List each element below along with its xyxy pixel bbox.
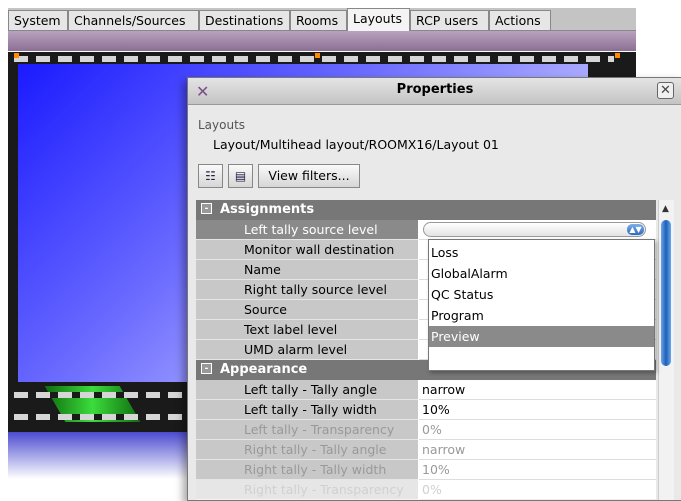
monitor-border-top — [14, 56, 614, 62]
property-name: Left tally - Tally angle — [244, 382, 378, 397]
category-assignments[interactable]: - Assignments — [196, 200, 656, 220]
property-value[interactable]: 10% — [422, 402, 450, 417]
property-row[interactable]: Left tally - Transparency 0% — [196, 420, 656, 440]
dialog-titlebar[interactable]: ✕ Properties ✕ — [188, 78, 681, 105]
property-name: Monitor wall destination — [244, 242, 395, 257]
property-name: Right tally - Tally angle — [244, 442, 387, 457]
category-label: Appearance — [220, 362, 308, 377]
monitor-border-bottom-2 — [14, 414, 194, 420]
property-name: Right tally - Transparency — [244, 482, 404, 497]
properties-dialog: ✕ Properties ✕ Layouts Layout/Multihead … — [187, 77, 681, 501]
scroll-thumb[interactable] — [661, 220, 671, 366]
tab-rooms[interactable]: Rooms — [290, 10, 347, 30]
property-name: Left tally - Transparency — [244, 422, 395, 437]
combo-arrow-icon[interactable]: ▲▼ — [627, 224, 644, 235]
collapse-icon[interactable]: - — [201, 203, 212, 214]
list-view-button[interactable]: ▤ — [228, 164, 253, 188]
categorized-view-icon: ☷ — [205, 169, 216, 183]
property-name: Source — [244, 302, 287, 317]
tab-system[interactable]: System — [8, 10, 68, 30]
property-name: Right tally source level — [244, 282, 387, 297]
list-view-icon: ▤ — [234, 169, 247, 183]
property-name: Name — [244, 262, 281, 277]
path-value: Layout/Multihead layout/ROOMX16/Layout 0… — [213, 137, 499, 152]
property-row[interactable]: Left tally - Tally width 10% — [196, 400, 656, 420]
tab-rcp-users[interactable]: RCP users — [410, 10, 489, 30]
dropdown-option[interactable]: QC Status — [429, 284, 654, 305]
property-row[interactable]: Left tally - Tally angle narrow — [196, 380, 656, 400]
property-value[interactable]: 0% — [422, 482, 442, 497]
toolbar-strip — [8, 31, 636, 51]
property-row[interactable]: Right tally - Tally width 10% — [196, 460, 656, 480]
tab-channels-sources[interactable]: Channels/Sources — [68, 10, 199, 30]
categorized-view-button[interactable]: ☷ — [198, 164, 223, 188]
property-value[interactable]: 0% — [422, 422, 442, 437]
resize-handle[interactable] — [615, 53, 620, 58]
dropdown-option[interactable]: GlobalAlarm — [429, 263, 654, 284]
dropdown-option[interactable]: Program — [429, 305, 654, 326]
property-name: Right tally - Tally width — [244, 462, 387, 477]
tab-layouts[interactable]: Layouts — [347, 8, 410, 31]
dropdown-option-selected[interactable]: Preview — [429, 326, 654, 347]
resize-handle[interactable] — [14, 53, 19, 58]
view-filters-button[interactable]: View filters... — [258, 164, 360, 188]
property-value[interactable]: narrow — [422, 382, 465, 397]
dialog-title: Properties — [396, 82, 474, 97]
property-name: Left tally - Tally width — [244, 402, 377, 417]
collapse-icon[interactable]: - — [201, 363, 212, 374]
property-name: Left tally source level — [244, 222, 378, 237]
monitor-border-bottom — [14, 392, 194, 398]
property-value[interactable]: 10% — [422, 462, 450, 477]
left-tally-source-combo[interactable]: ▲▼ — [423, 222, 646, 237]
property-name: Text label level — [244, 322, 338, 337]
property-grid-scrollbar[interactable]: ▲ — [658, 200, 674, 500]
property-value[interactable]: narrow — [422, 442, 465, 457]
property-name: UMD alarm level — [244, 342, 348, 357]
tab-actions[interactable]: Actions — [489, 10, 551, 30]
source-level-dropdown: Loss GlobalAlarm QC Status Program Previ… — [428, 239, 655, 371]
scroll-up-icon[interactable]: ▲ — [662, 204, 669, 214]
property-row[interactable]: Right tally - Tally angle narrow — [196, 440, 656, 460]
close-icon[interactable]: ✕ — [657, 82, 674, 99]
property-row[interactable]: Left tally source level ▲▼ — [196, 220, 656, 240]
property-row[interactable]: Right tally - Transparency 0% — [196, 480, 656, 500]
resize-handle[interactable] — [315, 53, 320, 58]
tab-destinations[interactable]: Destinations — [199, 10, 290, 30]
main-tab-bar: System Channels/Sources Destinations Roo… — [8, 8, 636, 31]
category-label: Assignments — [220, 202, 315, 217]
path-label: Layouts — [198, 118, 246, 132]
dropdown-option[interactable]: Loss — [429, 242, 654, 263]
